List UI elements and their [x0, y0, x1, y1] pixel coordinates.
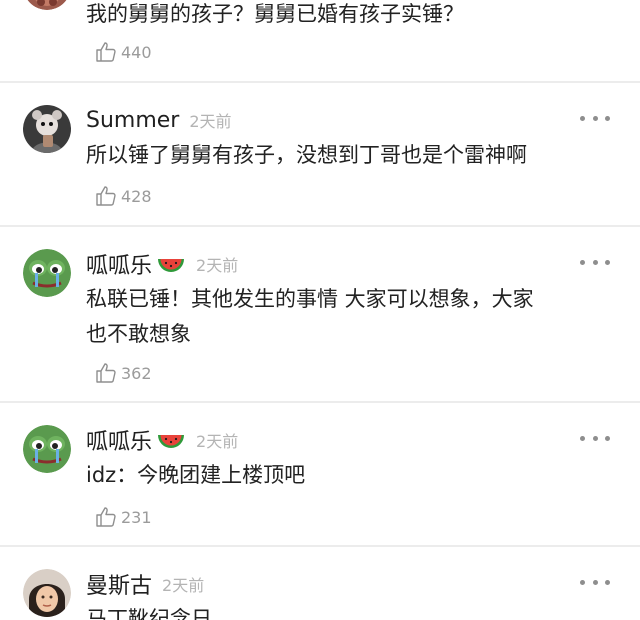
like-button[interactable]: 231: [94, 503, 152, 531]
more-button[interactable]: [580, 254, 610, 270]
author-name[interactable]: 呱呱乐: [86, 424, 152, 456]
avatar[interactable]: [23, 249, 71, 297]
comment-text: 我的舅舅的孩子？舅舅已婚有孩子实锤？: [86, 2, 464, 26]
comment-text: idz：今晚团建上楼顶吧: [86, 463, 306, 487]
timestamp: 2天前: [196, 256, 239, 275]
comment-header: 呱呱乐 2天前: [86, 249, 238, 279]
avatar[interactable]: [23, 425, 71, 473]
more-button[interactable]: [580, 110, 610, 126]
more-dots-icon: [580, 115, 585, 121]
comment-text: 所以锤了舅舅有孩子，没想到丁哥也是个雷神啊: [86, 143, 527, 167]
timestamp: 2天前: [162, 576, 205, 595]
comment-text: 马丁靴纪念日: [86, 607, 212, 620]
author-name[interactable]: Summer: [86, 108, 179, 133]
more-button[interactable]: [580, 430, 610, 446]
thumbs-up-icon: [96, 507, 116, 527]
comment-header: 呱呱乐 2天前: [86, 425, 238, 455]
like-button[interactable]: 428: [94, 182, 152, 210]
thumbs-up-icon: [96, 363, 116, 383]
like-count: 440: [121, 42, 152, 62]
timestamp: 2天前: [189, 112, 232, 131]
watermelon-emoji-icon: [158, 259, 185, 272]
watermelon-emoji-icon: [158, 435, 185, 448]
thumbs-up-icon: [96, 42, 116, 62]
like-count: 231: [121, 507, 152, 527]
comment-feed: 我的舅舅的孩子？舅舅已婚有孩子实锤？ 440 Summer 2天前 所以锤了舅舅…: [0, 0, 640, 620]
comment-header: Summer 2天前: [86, 105, 232, 135]
author-name[interactable]: 呱呱乐: [86, 248, 152, 280]
comment-item: 我的舅舅的孩子？舅舅已婚有孩子实锤？ 440: [0, 0, 640, 83]
more-dots-icon: [580, 259, 585, 265]
thumbs-up-icon: [96, 186, 116, 206]
comment-header: 曼斯古 2天前: [86, 569, 204, 599]
more-dots-icon: [580, 579, 585, 585]
like-button[interactable]: 362: [94, 359, 152, 387]
comment-item: Summer 2天前 所以锤了舅舅有孩子，没想到丁哥也是个雷神啊 428: [0, 83, 640, 226]
comment-item: 呱呱乐 2天前 私联已锤！其他发生的事情 大家可以想象，大家 也不敢想象 362: [0, 227, 640, 402]
avatar[interactable]: [23, 105, 71, 153]
comment-text: 私联已锤！其他发生的事情 大家可以想象，大家 也不敢想象: [86, 287, 534, 346]
author-name[interactable]: 曼斯古: [86, 568, 152, 600]
like-count: 362: [121, 363, 152, 383]
comment-item: 曼斯古 2天前 马丁靴纪念日: [0, 547, 640, 620]
more-button[interactable]: [580, 574, 610, 590]
avatar[interactable]: [23, 0, 71, 10]
like-count: 428: [121, 186, 152, 206]
more-dots-icon: [580, 435, 585, 441]
avatar[interactable]: [23, 569, 71, 617]
timestamp: 2天前: [196, 432, 239, 451]
like-button[interactable]: 440: [94, 38, 152, 66]
comment-item: 呱呱乐 2天前 idz：今晚团建上楼顶吧 231: [0, 403, 640, 546]
